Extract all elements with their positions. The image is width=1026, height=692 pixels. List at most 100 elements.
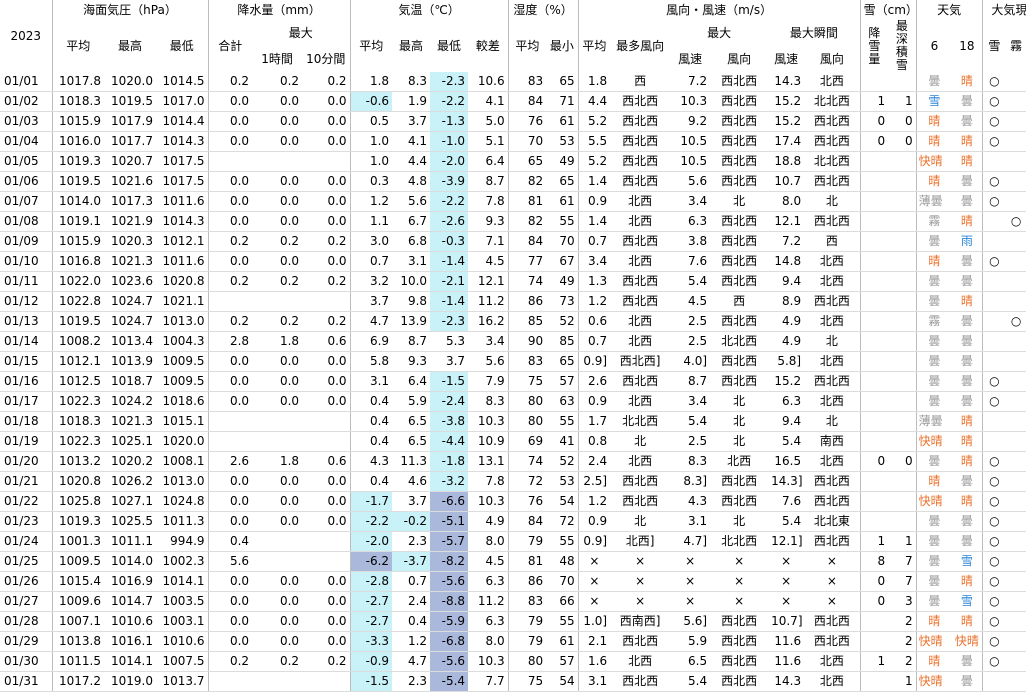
pressure-min-cell: 1009.5: [156, 371, 209, 392]
temp-max-cell: 0.4: [392, 611, 431, 632]
temp-avg-cell: 0.4: [349, 431, 393, 452]
snowdepth-cell: 2: [888, 651, 917, 672]
pressure-max-cell: 1011.1: [104, 531, 156, 552]
table-row: 01/15 1012.1 1013.9 1009.5 0.0 0.0 0.0 5.8 9.3 3.…: [0, 351, 1026, 372]
temp-avg-cell: 4.7: [349, 311, 393, 332]
humidity-avg-cell: 65: [507, 151, 547, 172]
pressure-min-cell: 1014.3: [156, 211, 209, 232]
table-row: 01/24 1001.3 1011.1 994.9 0.4 -2.0 2.3 -5.7 8.0 7…: [0, 531, 1026, 552]
snow-phenomenon-cell: ○: [981, 111, 1007, 132]
precip-10m-cell: [302, 431, 351, 452]
snow-phenomenon-cell: [981, 351, 1007, 372]
humidity-avg-cell: 83: [507, 72, 547, 92]
wind-avg-speed-cell: 0.9]: [577, 531, 611, 552]
humidity-min-cell: 85: [546, 331, 579, 352]
wind-avg-speed-cell: 2.4: [577, 451, 611, 472]
pressure-min-header: 最低: [169, 39, 194, 53]
wind-most-dir-cell: 西北西: [610, 91, 671, 112]
snow-phenomenon-cell: [981, 291, 1007, 312]
pressure-max-cell: 1021.3: [104, 411, 156, 432]
pressure-avg-cell: 1013.2: [51, 451, 104, 472]
humidity-avg-cell: 80: [507, 411, 547, 432]
weather-6-cell: 薄曇: [915, 411, 953, 432]
wind-most-dir-cell: 北西: [610, 191, 671, 212]
table-row: 01/27 1009.6 1014.7 1003.5 0.0 0.0 0.0 -2.7 2.4-…: [0, 591, 1026, 612]
humidity-avg-cell: 76: [507, 111, 547, 132]
wind-gust-speed-header: 風速: [774, 52, 799, 66]
snow-phenomenon-cell: [981, 671, 1007, 692]
pressure-max-cell: 1014.7: [104, 591, 156, 612]
wind-gust-dir-cell: 西北西: [804, 171, 861, 192]
snowdepth-cell: [888, 371, 917, 392]
pressure-min-cell: 1014.3: [156, 131, 209, 152]
wind-avg-speed-cell: 0.7: [577, 231, 611, 252]
pressure-avg-cell: 1020.8: [51, 471, 104, 492]
wind-gust-dir-cell: 北西: [804, 72, 861, 92]
precip-total-cell: [207, 291, 253, 312]
snowdepth-cell: [888, 351, 917, 372]
snow-phenomenon-cell: [981, 271, 1007, 292]
temp-avg-cell: 0.4: [349, 411, 393, 432]
wind-most-dir-cell: ×: [610, 551, 671, 572]
temp-max-cell: 8.7: [392, 331, 431, 352]
pressure-min-cell: 1003.5: [156, 591, 209, 612]
pressure-avg-cell: 1019.1: [51, 211, 104, 232]
temp-range-cell: 7.8: [468, 191, 509, 212]
pressure-min-cell: 1010.6: [156, 631, 209, 652]
snowfall-cell: 0: [859, 591, 889, 612]
weather-18-cell: 晴: [952, 451, 983, 472]
humidity-min-cell: 61: [546, 191, 579, 212]
date-cell: 01/10: [0, 251, 52, 272]
wind-avg-speed-cell: 0.9]: [577, 351, 611, 372]
temp-range-cell: 10.6: [468, 72, 509, 92]
fog-phenomenon-cell: ○: [1006, 211, 1026, 232]
wind-max-dir-cell: ×: [710, 571, 769, 592]
temp-range-cell: 5.6: [468, 351, 509, 372]
precip-10m-cell: [302, 411, 351, 432]
pressure-avg-cell: 1012.5: [51, 371, 104, 392]
pressure-max-cell: 1013.9: [104, 351, 156, 372]
precip-1h-cell: [252, 411, 303, 432]
humidity-min-cell: 53: [546, 471, 579, 492]
wind-avg-speed-cell: 4.4: [577, 91, 611, 112]
precip-1h-cell: 0.2: [252, 311, 303, 332]
wind-gust-dir-cell: 西北西: [804, 131, 861, 152]
temp-min-cell: -2.2: [430, 191, 469, 212]
wind-max-dir-cell: 西: [710, 291, 769, 312]
table-row: 01/05 1019.3 1020.7 1017.5 1.0 4.4 -2.0 6.4 65 49…: [0, 151, 1026, 172]
precip-total-cell: 0.2: [207, 651, 253, 672]
wind-most-dir-cell: 西北西: [610, 631, 671, 652]
humidity-avg-cell: 86: [507, 571, 547, 592]
temp-avg-cell: 1.8: [349, 72, 393, 92]
temp-min-cell: 3.7: [430, 351, 469, 372]
weather-header: 天気: [915, 0, 983, 20]
precip-10m-cell: [302, 671, 351, 692]
snow-phenomenon-cell: ○: [981, 471, 1007, 492]
precip-1h-cell: 0.2: [252, 231, 303, 252]
temp-avg-cell: -2.7: [349, 591, 393, 612]
temp-avg-cell: 4.3: [349, 451, 393, 472]
pressure-max-cell: 1023.6: [104, 271, 156, 292]
wind-max-dir-cell: ×: [710, 591, 769, 612]
wind-most-dir-cell: 北西: [610, 391, 671, 412]
precip-1h-cell: 0.0: [252, 131, 303, 152]
wind-max-dir-cell: 北: [710, 431, 769, 452]
humidity-avg-cell: 85: [507, 311, 547, 332]
snowfall-cell: [859, 631, 889, 652]
wind-gust-dir-cell: 西北西: [804, 111, 861, 132]
fog-phenomenon-cell: [1006, 451, 1026, 472]
precip-1h-cell: [252, 531, 303, 552]
wind-gust-dir-cell: 西: [804, 231, 861, 252]
precip-1h-cell: 0.0: [252, 591, 303, 612]
temp-max-cell: 4.1: [392, 131, 431, 152]
date-cell: 01/26: [0, 571, 52, 592]
pressure-avg-cell: 1012.1: [51, 351, 104, 372]
wind-max-speed-cell: 3.4: [670, 391, 711, 412]
precip-1h-cell: 0.0: [252, 511, 303, 532]
precip-10m-cell: 0.0: [302, 591, 351, 612]
weather-6-cell: 曇: [915, 591, 953, 612]
wind-max-speed-cell: 3.4: [670, 191, 711, 212]
wind-gust-speed-cell: 4.9: [768, 331, 805, 352]
temp-max-cell: 2.3: [392, 531, 431, 552]
table-header: 2023 海面気圧（hPa） 降水量（mm） 気温（℃） 湿度（%） 風向・風速…: [0, 0, 1026, 72]
